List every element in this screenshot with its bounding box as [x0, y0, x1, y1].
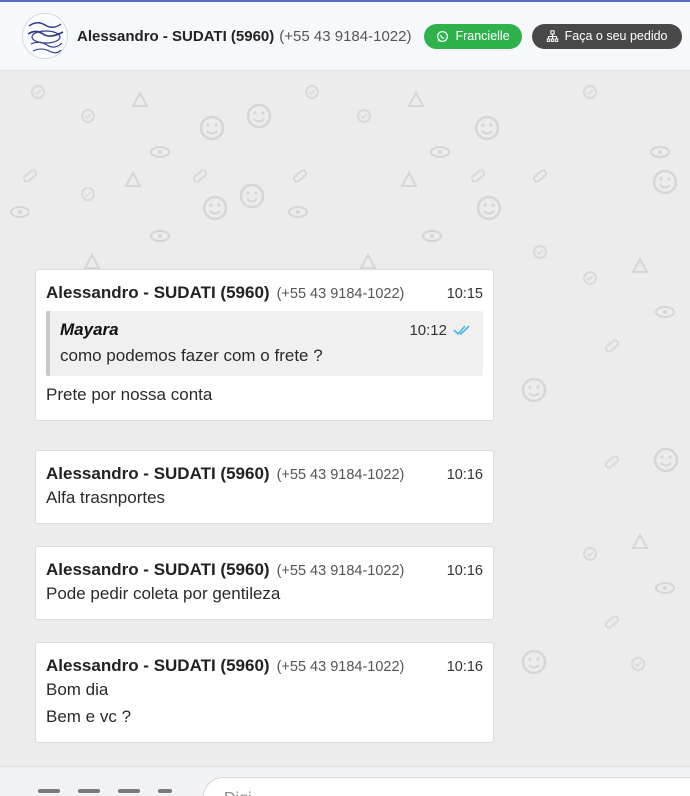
quoted-text: como podemos fazer com o frete ? — [60, 346, 323, 365]
message-bubble[interactable]: Alessandro - SUDATI (5960) (+55 43 9184-… — [35, 450, 494, 524]
agent-button-label: Francielle — [455, 29, 510, 43]
quoted-time: 10:12 — [409, 321, 447, 339]
message-bubble[interactable]: Alessandro - SUDATI (5960) (+55 43 9184-… — [35, 642, 494, 743]
message-bubble[interactable]: Alessandro - SUDATI (5960) (+55 43 9184-… — [35, 269, 494, 421]
quick-reply-icon[interactable] — [118, 789, 140, 793]
message-text: Bom dia — [46, 680, 109, 699]
quoted-message[interactable]: Mayara 10:12 como podemos fazer com o fr… — [46, 311, 483, 376]
composer-bar: Digi — [0, 766, 690, 796]
message-bubble[interactable]: Alessandro - SUDATI (5960) (+55 43 9184-… — [35, 546, 494, 620]
header-contact-phone: (+55 43 9184-1022) — [279, 27, 412, 45]
header-contact-name: Alessandro - SUDATI (5960) — [77, 27, 275, 45]
message-phone: (+55 43 9184-1022) — [276, 563, 405, 579]
message-text: Bem e vc ? — [46, 707, 132, 726]
agent-button[interactable]: Francielle — [424, 23, 522, 49]
message-time: 10:16 — [446, 467, 483, 483]
message-sender: Alessandro - SUDATI (5960) — [46, 283, 270, 302]
message-text: Prete por nossa conta — [46, 385, 213, 404]
whatsapp-icon — [437, 30, 449, 42]
sitemap-icon — [546, 29, 558, 42]
message-sender: Alessandro - SUDATI (5960) — [46, 656, 270, 675]
quoted-author: Mayara — [60, 320, 119, 339]
chat-header: Alessandro - SUDATI (5960) (+55 43 9184-… — [0, 0, 690, 71]
message-time: 10:16 — [446, 659, 483, 675]
message-phone: (+55 43 9184-1022) — [276, 659, 405, 675]
contact-avatar[interactable] — [22, 13, 68, 59]
message-text: Pode pedir coleta por gentileza — [46, 584, 281, 603]
message-sender: Alessandro - SUDATI (5960) — [46, 464, 270, 483]
attach-icon[interactable] — [78, 789, 100, 793]
message-time: 10:16 — [446, 563, 483, 579]
order-button[interactable]: Faça o seu pedido — [531, 23, 682, 49]
message-time: 10:15 — [446, 286, 483, 302]
double-check-icon — [453, 325, 470, 336]
message-text: Alfa trasnportes — [46, 488, 166, 507]
signature-icon[interactable] — [158, 789, 172, 793]
message-sender: Alessandro - SUDATI (5960) — [46, 560, 270, 579]
message-input[interactable]: Digi — [203, 777, 690, 796]
message-phone: (+55 43 9184-1022) — [276, 467, 405, 483]
message-phone: (+55 43 9184-1022) — [276, 286, 405, 302]
emoji-icon[interactable] — [38, 789, 60, 793]
order-button-label: Faça o seu pedido — [564, 29, 668, 43]
